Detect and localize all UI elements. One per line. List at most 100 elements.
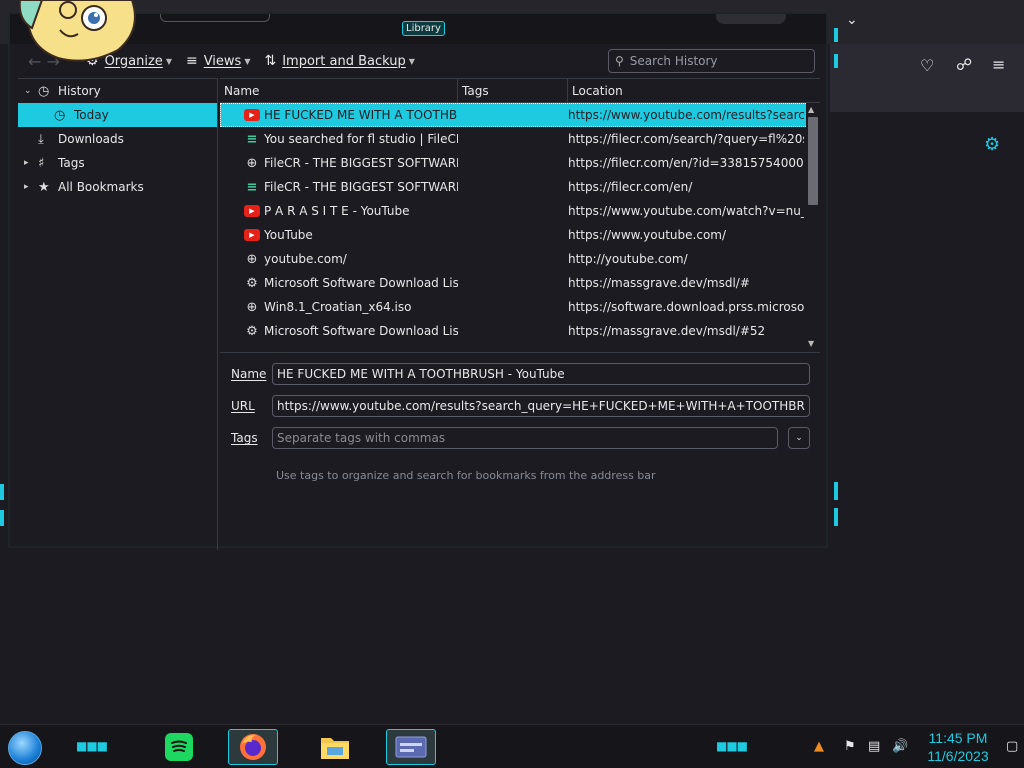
sidebar-item-today[interactable]: ◷ Today [18, 103, 217, 127]
table-row[interactable]: ⚙ Microsoft Software Download Listi... htt… [220, 271, 820, 295]
row-name-cell: ⚙ Microsoft Software Download Listi... [220, 324, 458, 338]
skin-accent [834, 508, 838, 526]
clock-icon: ◷ [38, 83, 50, 99]
sidebar-item-tags[interactable]: ▸ ♯ Tags [18, 151, 217, 175]
start-button[interactable] [8, 731, 42, 765]
table-row[interactable]: ▶ YouTube https://www.youtube.com/ [220, 223, 820, 247]
window-icon [395, 736, 427, 758]
youtube-icon: ▶ [244, 229, 260, 241]
row-name-cell: ⚙ Microsoft Software Download Listi... [220, 276, 458, 290]
table-row[interactable]: ⊕ Win8.1_Croatian_x64.iso https://software… [220, 295, 820, 319]
window-title: Library [402, 21, 445, 36]
chevron-down-icon: ▼ [165, 56, 172, 66]
window-controls[interactable] [716, 14, 786, 24]
search-history-input[interactable] [629, 54, 800, 68]
chevron-right-icon[interactable]: ▸ [24, 182, 38, 192]
chevron-right-icon[interactable]: ▸ [24, 158, 38, 168]
column-header-tags[interactable]: Tags [458, 79, 568, 102]
globe-icon: ⊕ [246, 252, 258, 266]
search-history-box[interactable]: ⚲ [608, 49, 815, 73]
download-icon: ⤓ [38, 131, 44, 147]
skin-accent [0, 484, 4, 500]
table-row[interactable]: ▶ P A R A S I T E - YouTube https://www.yo… [220, 199, 820, 223]
gear-icon: ⚙ [246, 324, 258, 338]
network-icon[interactable]: ▤ [868, 739, 880, 754]
row-name-cell: ⊕ FileCR - THE BIGGEST SOFTWARE ... [220, 156, 458, 170]
chevron-down-icon[interactable]: ⌄ [24, 86, 38, 96]
table-row[interactable]: ▶ HE FUCKED ME WITH A TOOTHB... https://ww… [220, 103, 820, 127]
table-row[interactable]: ≡ FileCR - THE BIGGEST SOFTWARE ... https:… [220, 175, 820, 199]
extensions-icon[interactable]: ☍ [956, 55, 972, 74]
file-explorer-app-button[interactable] [310, 729, 360, 765]
row-name-cell: ≡ FileCR - THE BIGGEST SOFTWARE ... [220, 180, 458, 194]
chevron-down-icon: ▼ [408, 56, 415, 66]
row-name-cell: ⊕ youtube.com/ [220, 252, 458, 266]
library-window: Library ← → ⚙ Organize ▼ ≡ Views ▼ ⇅ Imp… [8, 12, 828, 550]
scroll-up-icon[interactable]: ▲ [808, 105, 814, 114]
settings-gear-icon[interactable]: ⚙ [984, 134, 1000, 155]
table-scrollbar[interactable]: ▲ ▼ [806, 103, 820, 352]
name-label: Name [231, 367, 267, 381]
spotify-icon [165, 733, 193, 761]
row-location-cell: https://software.download.prss.microsoft… [568, 300, 804, 314]
tags-field[interactable] [272, 427, 778, 449]
column-header-name[interactable]: Name [220, 79, 458, 102]
list-icon: ≡ [185, 53, 198, 69]
youtube-icon: ▶ [244, 109, 260, 121]
search-icon: ⚲ [615, 54, 624, 68]
row-location-cell: https://massgrave.dev/msdl/# [568, 276, 750, 290]
table-row[interactable]: ≡ You searched for fl studio | FileCR http… [220, 127, 820, 151]
clock-time: 11:45 PM [928, 730, 988, 746]
clock-date: 11/6/2023 [927, 748, 989, 764]
anime-sticker-image [18, 0, 136, 62]
name-field[interactable] [272, 363, 810, 385]
action-center-icon[interactable]: ⚑ [844, 739, 856, 754]
url-field[interactable] [272, 395, 810, 417]
skin-accent [834, 28, 838, 42]
row-location-cell: https://massgrave.dev/msdl/#52 [568, 324, 766, 338]
gear-icon: ⚙ [246, 276, 258, 290]
row-name-cell: ≡ You searched for fl studio | FileCR [220, 132, 458, 146]
table-row[interactable]: ⚙ Microsoft Software Download Listi... htt… [220, 319, 820, 343]
chevron-down-icon: ⌄ [795, 433, 803, 443]
volume-icon[interactable]: 🔊 [892, 739, 908, 754]
row-name-cell: ▶ YouTube [220, 228, 458, 242]
import-export-icon: ⇅ [264, 53, 277, 69]
scroll-thumb[interactable] [808, 117, 818, 205]
titlebar-ornament [160, 14, 270, 22]
row-location-cell: http://youtube.com/ [568, 252, 688, 266]
pocket-icon[interactable]: ♡ [920, 56, 934, 75]
tags-dropdown-button[interactable]: ⌄ [788, 427, 810, 449]
table-row[interactable]: ⊕ FileCR - THE BIGGEST SOFTWARE ... https:… [220, 151, 820, 175]
library-sidebar: ⌄ ◷ History ◷ Today ⤓ Downloads ▸ ♯ Tags… [18, 78, 218, 550]
star-icon: ★ [38, 179, 50, 195]
column-header-location[interactable]: Location [568, 79, 820, 102]
table-body: ▶ HE FUCKED ME WITH A TOOTHB... https://ww… [220, 103, 820, 343]
vlc-tray-icon[interactable]: ▲ [814, 739, 824, 754]
skin-accent [834, 482, 838, 500]
row-location-cell: https://www.youtube.com/results?search_q… [568, 108, 804, 122]
sidebar-item-history[interactable]: ⌄ ◷ History [18, 79, 217, 103]
clock-icon: ◷ [54, 107, 66, 123]
firefox-icon [240, 734, 266, 760]
notifications-icon[interactable]: ▢ [1006, 739, 1018, 754]
sidebar-item-downloads[interactable]: ⤓ Downloads [18, 127, 217, 151]
menu-icon[interactable]: ≡ [992, 55, 1005, 74]
firefox-app-button[interactable] [228, 729, 278, 765]
taskbar-clock[interactable]: 11:45 PM 11/6/2023 [920, 729, 996, 765]
row-name-cell: ▶ HE FUCKED ME WITH A TOOTHB... [220, 108, 458, 122]
list-all-tabs-icon[interactable]: ⌄ [846, 12, 858, 28]
table-row[interactable]: ⊕ youtube.com/http://youtube.com/ [220, 247, 820, 271]
row-location-cell: https://filecr.com/search/?query=fl%20st… [568, 132, 804, 146]
library-app-button[interactable] [386, 729, 436, 765]
youtube-icon: ▶ [244, 205, 260, 217]
globe-icon: ⊕ [246, 156, 258, 170]
scroll-down-icon[interactable]: ▼ [808, 339, 814, 348]
row-name-cell: ▶ P A R A S I T E - YouTube [220, 204, 458, 218]
url-label: URL [231, 399, 255, 413]
row-location-cell: https://filecr.com/en/ [568, 180, 693, 194]
views-button[interactable]: ≡ Views ▼ [186, 53, 251, 69]
sidebar-item-all-bookmarks[interactable]: ▸ ★ All Bookmarks [18, 175, 217, 199]
spotify-app-button[interactable] [154, 729, 204, 765]
import-backup-button[interactable]: ⇅ Import and Backup ▼ [264, 53, 414, 69]
